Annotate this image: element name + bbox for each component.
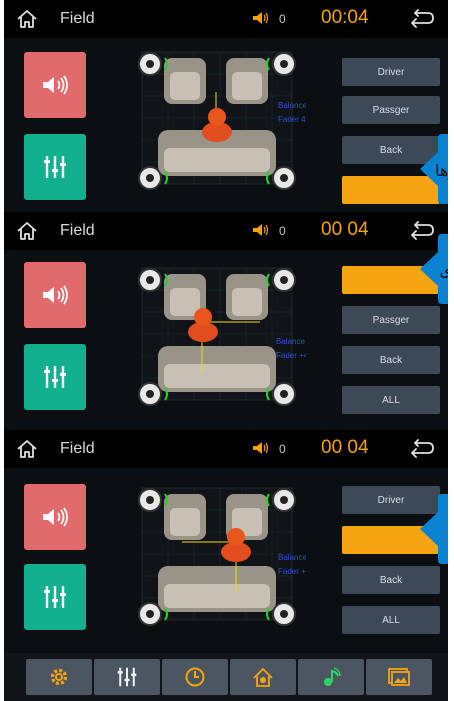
all-button[interactable]: ALL: [342, 386, 440, 414]
content-area: Balance -4 Fader +4 Driver Passger Back …: [4, 468, 448, 653]
car-seats-diagram: Balance -4 Fader +4: [138, 487, 317, 626]
clock-icon: [185, 667, 205, 687]
sound-button[interactable]: [24, 52, 86, 118]
clock: 00:04: [321, 7, 369, 28]
volume-icon[interactable]: [252, 441, 270, 455]
car-field-view[interactable]: Balance 0 Fader 4: [128, 44, 314, 192]
tab-car-settings[interactable]: [230, 659, 296, 695]
speaker-icon: [43, 75, 68, 95]
equalizer-button[interactable]: [24, 344, 86, 410]
fader-label: Fader +4: [278, 567, 306, 576]
balance-label: Balance -4: [278, 553, 306, 562]
fader-label: Fader +4: [276, 351, 306, 360]
passenger-button[interactable]: Passger: [342, 96, 440, 124]
status-bar: Field 0 00:04: [4, 0, 448, 38]
equalizer-icon: [44, 366, 66, 388]
equalizer-icon: [117, 667, 137, 687]
tab-equalizer[interactable]: [94, 659, 160, 695]
field-panel-3: Field 0 00 04 Balance Fader + Driver Pas…: [4, 430, 448, 653]
callout-text: وها: [435, 161, 448, 181]
tab-clock[interactable]: [162, 659, 228, 695]
passenger-button[interactable]: Passger: [342, 306, 440, 334]
equalizer-button[interactable]: [24, 134, 86, 200]
balance-label: Balance +4: [276, 337, 306, 346]
bottom-nav-bar: [4, 653, 448, 701]
home-icon[interactable]: [16, 8, 38, 30]
speaker-icon: [43, 285, 68, 305]
speaker-icon: [43, 507, 68, 527]
clock: 00 04: [321, 437, 369, 458]
gallery-icon: [388, 668, 410, 686]
page-title: Field: [60, 10, 95, 27]
volume-icon[interactable]: [252, 223, 270, 237]
volume-level: 0: [279, 442, 286, 456]
callout-text: ی: [439, 261, 448, 280]
tab-settings[interactable]: [26, 659, 92, 695]
page-title: Field: [60, 222, 95, 239]
screenshot-frame: Field 0 00:04 Balance Fader 4 Driver Pas…: [4, 0, 448, 701]
content-area: Balance 0 Fader 4 Driver Passger Back AL…: [4, 38, 448, 212]
back-icon[interactable]: [409, 9, 435, 29]
volume-level: 0: [279, 224, 286, 238]
callout-bubble: ی: [420, 234, 448, 304]
driver-button[interactable]: Driver: [342, 58, 440, 86]
back-icon[interactable]: [409, 439, 435, 459]
bluetooth-music-icon: [324, 667, 341, 686]
callout-bubble: [420, 494, 448, 564]
field-panel-2: Field 0 00 04 Balance Fader +4 Driver Pa…: [4, 212, 448, 430]
all-button[interactable]: ALL: [342, 606, 440, 634]
sound-button[interactable]: [24, 484, 86, 550]
status-bar: Field 0 00 04: [4, 430, 448, 468]
balance-label: Balance 0: [278, 101, 306, 110]
car-field-view[interactable]: Balance +4 Fader +4: [128, 260, 317, 408]
content-area: Balance +4 Fader +4 Driver Passger Back …: [4, 250, 448, 430]
fader-label: Fader 4: [278, 115, 306, 124]
volume-icon[interactable]: [252, 11, 270, 25]
tab-bluetooth-music[interactable]: [298, 659, 364, 695]
back-seats-button[interactable]: Back: [342, 346, 440, 374]
callout-bubble: وها: [420, 134, 448, 204]
field-panel-1: Field 0 00:04 Balance Fader 4 Driver Pas…: [4, 0, 448, 212]
equalizer-icon: [44, 156, 66, 178]
settings-icon: [50, 668, 68, 686]
car-seats-diagram: Balance 0 Fader 4: [138, 51, 314, 190]
home-icon[interactable]: [16, 220, 38, 242]
equalizer-button[interactable]: [24, 564, 86, 630]
home-icon[interactable]: [16, 438, 38, 460]
tab-gallery[interactable]: [366, 659, 432, 695]
clock: 00 04: [321, 219, 369, 240]
equalizer-icon: [44, 586, 66, 608]
status-bar: Field 0 00 04: [4, 212, 448, 250]
car-seats-diagram: Balance +4 Fader +4: [138, 267, 317, 406]
page-title: Field: [60, 440, 95, 457]
sound-button[interactable]: [24, 262, 86, 328]
car-settings-icon: [253, 667, 273, 687]
car-field-view[interactable]: Balance -4 Fader +4: [128, 480, 317, 628]
back-seats-button[interactable]: Back: [342, 566, 440, 594]
volume-level: 0: [279, 12, 286, 26]
